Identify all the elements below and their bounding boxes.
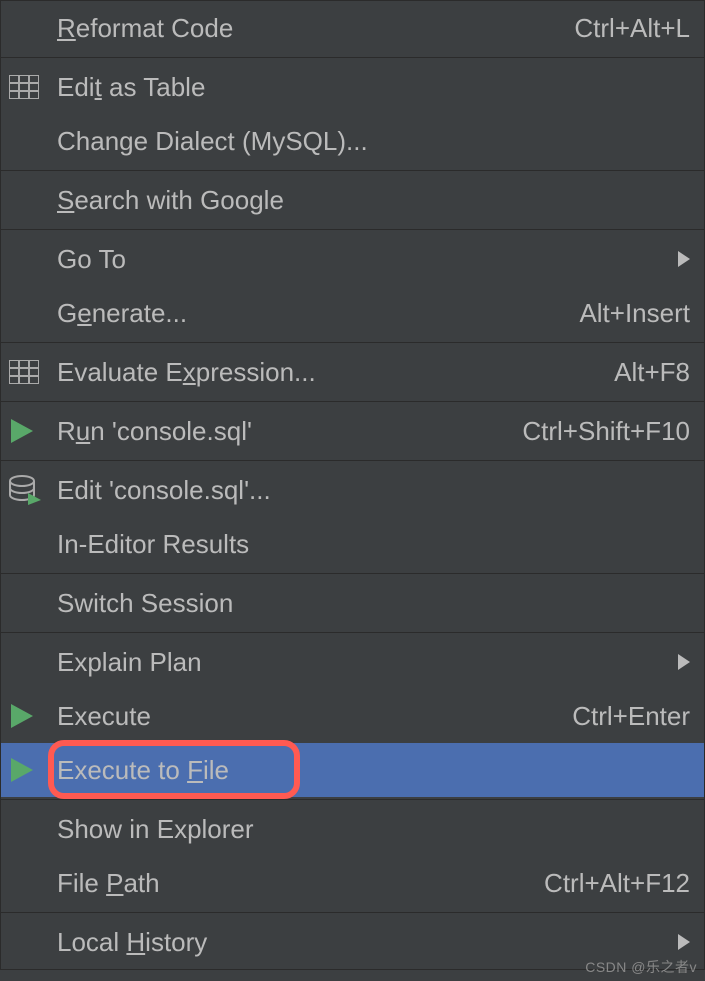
menu-item[interactable]: Execute to File — [1, 743, 704, 797]
menu-item-label: Explain Plan — [57, 647, 678, 678]
watermark: CSDN @乐之者v — [585, 957, 697, 977]
menu-item[interactable]: Explain Plan — [1, 635, 704, 689]
icon-slot — [9, 856, 57, 910]
icon-slot — [9, 114, 57, 168]
icon-slot — [9, 743, 57, 797]
submenu-arrow-icon — [678, 654, 690, 670]
menu-separator — [1, 401, 704, 402]
icon-slot — [9, 173, 57, 227]
submenu-arrow-icon — [678, 251, 690, 267]
menu-item-label: Edit as Table — [57, 72, 690, 103]
menu-item[interactable]: Run 'console.sql'Ctrl+Shift+F10 — [1, 404, 704, 458]
menu-item[interactable]: In-Editor Results — [1, 517, 704, 571]
menu-item[interactable]: Reformat CodeCtrl+Alt+L — [1, 1, 704, 55]
menu-item-label: Change Dialect (MySQL)... — [57, 126, 690, 157]
menu-separator — [1, 229, 704, 230]
icon-slot — [9, 232, 57, 286]
play-icon — [9, 417, 35, 445]
submenu-arrow-icon — [678, 934, 690, 950]
menu-item-label: Execute — [57, 701, 572, 732]
menu-separator — [1, 799, 704, 800]
menu-item-shortcut: Alt+Insert — [579, 298, 690, 329]
menu-separator — [1, 573, 704, 574]
menu-item-label: Reformat Code — [57, 13, 574, 44]
context-menu: Reformat CodeCtrl+Alt+L Edit as Table Chan… — [0, 0, 705, 970]
menu-item-shortcut: Ctrl+Enter — [572, 701, 690, 732]
menu-separator — [1, 632, 704, 633]
icon-slot — [9, 576, 57, 630]
menu-item[interactable]: File PathCtrl+Alt+F12 — [1, 856, 704, 910]
menu-item[interactable]: Go To — [1, 232, 704, 286]
menu-item-label: Show in Explorer — [57, 814, 690, 845]
icon-slot — [9, 345, 57, 399]
menu-separator — [1, 57, 704, 58]
menu-item-shortcut: Ctrl+Alt+F12 — [544, 868, 690, 899]
table-icon — [9, 360, 39, 384]
menu-item[interactable]: Evaluate Expression...Alt+F8 — [1, 345, 704, 399]
icon-slot — [9, 463, 57, 517]
menu-item-label: In-Editor Results — [57, 529, 690, 560]
menu-item-shortcut: Ctrl+Shift+F10 — [522, 416, 690, 447]
menu-item-label: Go To — [57, 244, 678, 275]
play-icon — [9, 702, 35, 730]
icon-slot — [9, 404, 57, 458]
menu-item[interactable]: Edit 'console.sql'... — [1, 463, 704, 517]
icon-slot — [9, 517, 57, 571]
play-icon — [9, 756, 35, 784]
db-edit-icon — [9, 475, 41, 505]
menu-item-label: Local History — [57, 927, 678, 958]
menu-item[interactable]: Generate...Alt+Insert — [1, 286, 704, 340]
icon-slot — [9, 60, 57, 114]
menu-item[interactable]: Show in Explorer — [1, 802, 704, 856]
menu-item-label: Run 'console.sql' — [57, 416, 522, 447]
menu-item[interactable]: Change Dialect (MySQL)... — [1, 114, 704, 168]
menu-item[interactable]: ExecuteCtrl+Enter — [1, 689, 704, 743]
icon-slot — [9, 635, 57, 689]
icon-slot — [9, 915, 57, 969]
icon-slot — [9, 802, 57, 856]
menu-item-label: Search with Google — [57, 185, 690, 216]
menu-item-shortcut: Ctrl+Alt+L — [574, 13, 690, 44]
menu-separator — [1, 912, 704, 913]
menu-item-label: Evaluate Expression... — [57, 357, 614, 388]
menu-item[interactable]: Switch Session — [1, 576, 704, 630]
menu-separator — [1, 460, 704, 461]
menu-item-label: Execute to File — [57, 755, 690, 786]
menu-item[interactable]: Edit as Table — [1, 60, 704, 114]
menu-item-label: Switch Session — [57, 588, 690, 619]
icon-slot — [9, 689, 57, 743]
menu-item[interactable]: Search with Google — [1, 173, 704, 227]
menu-separator — [1, 170, 704, 171]
menu-item-label: Edit 'console.sql'... — [57, 475, 690, 506]
menu-item-shortcut: Alt+F8 — [614, 357, 690, 388]
table-icon — [9, 75, 39, 99]
menu-separator — [1, 342, 704, 343]
menu-item-label: File Path — [57, 868, 544, 899]
icon-slot — [9, 1, 57, 55]
icon-slot — [9, 286, 57, 340]
menu-item-label: Generate... — [57, 298, 579, 329]
